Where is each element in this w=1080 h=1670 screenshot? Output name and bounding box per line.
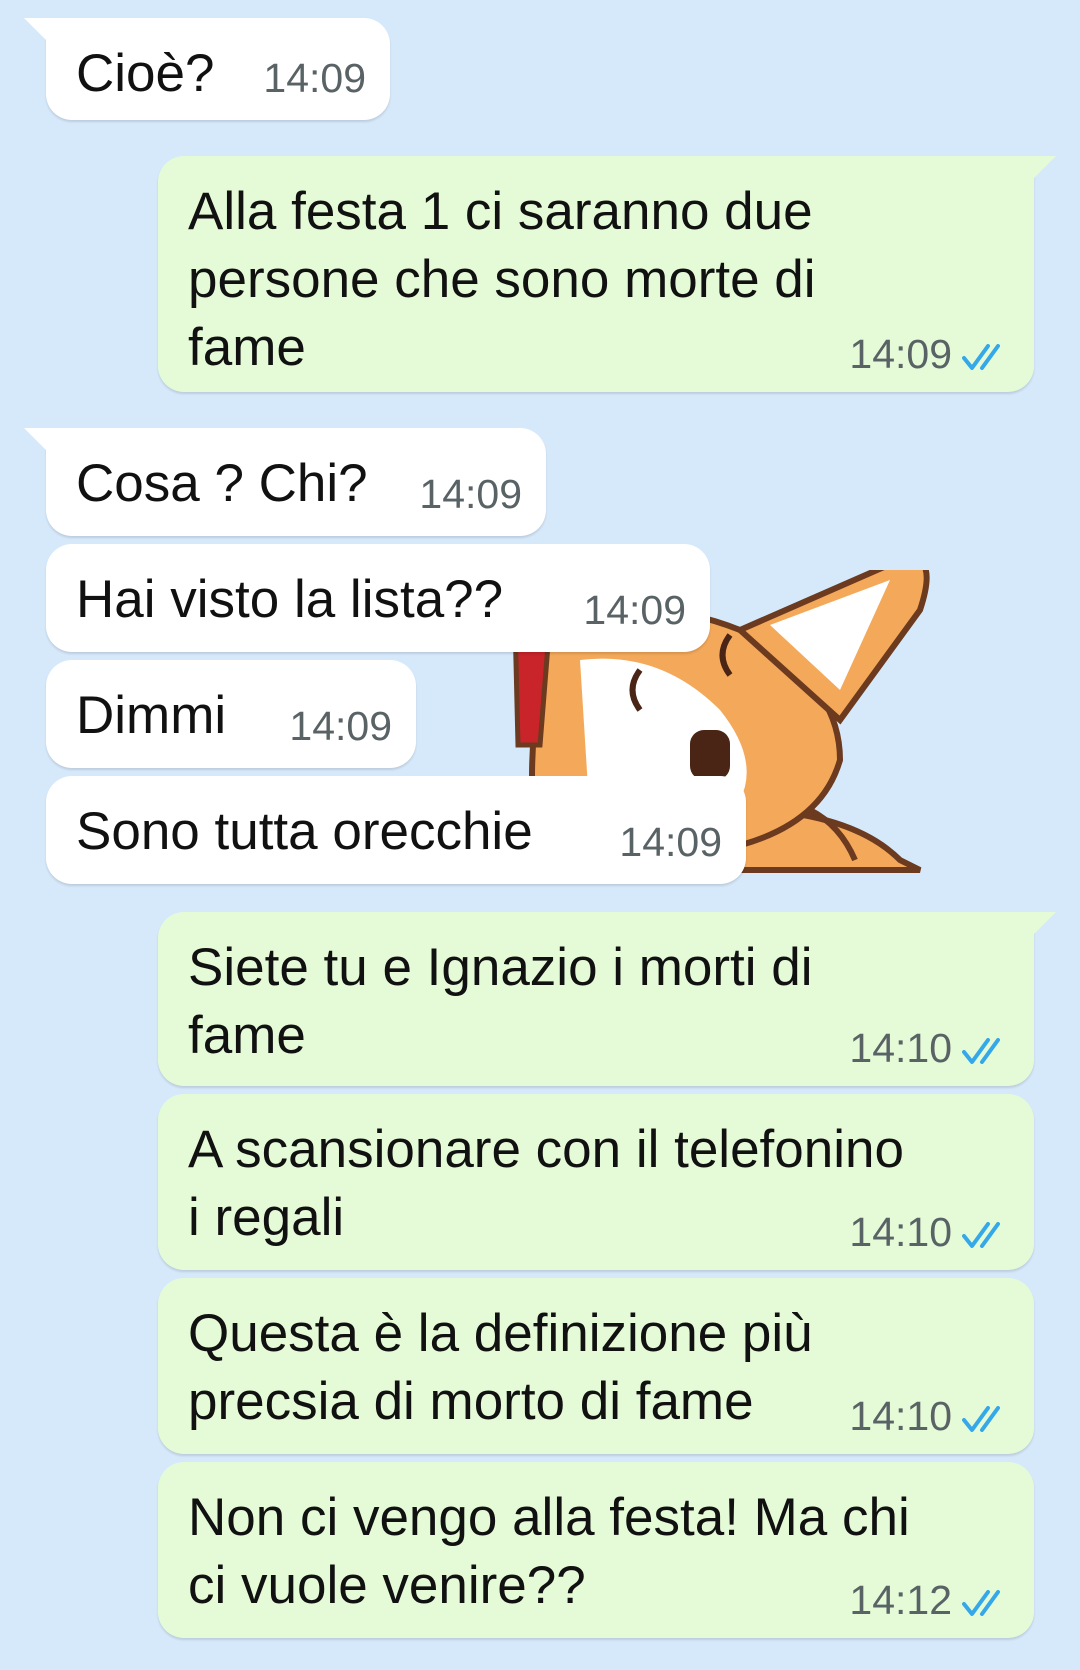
message-time: 14:09 [263, 55, 366, 101]
chat-area[interactable]: Cioè? 14:09 Alla festa 1 ci saranno due … [0, 0, 1080, 1670]
message-incoming[interactable]: Sono tutta orecchie 14:09 [46, 776, 746, 884]
message-text: Dimmi [76, 686, 227, 745]
message-incoming[interactable]: Dimmi 14:09 [46, 660, 416, 768]
message-text: Cosa ? Chi? [76, 454, 368, 513]
message-outgoing[interactable]: Non ci vengo alla festa! Ma chi ci vuole… [158, 1462, 1034, 1638]
message-time: 14:09 [849, 331, 952, 377]
read-double-check-icon [962, 1038, 1000, 1064]
read-double-check-icon [962, 1406, 1000, 1432]
message-time: 14:09 [419, 471, 522, 517]
message-text: Cioè? [76, 44, 215, 103]
message-text: Questa è la definizione più precsia di m… [188, 1304, 813, 1431]
message-outgoing[interactable]: A scansionare con il telefonino i regali… [158, 1094, 1034, 1270]
message-text: Hai visto la lista?? [76, 570, 504, 629]
message-text: Siete tu e Ignazio i morti di fame [188, 938, 813, 1065]
read-double-check-icon [962, 1590, 1000, 1616]
message-incoming[interactable]: Hai visto la lista?? 14:09 [46, 544, 710, 652]
message-text: Non ci vengo alla festa! Ma chi ci vuole… [188, 1488, 910, 1615]
message-incoming[interactable]: Cioè? 14:09 [24, 18, 390, 120]
message-time: 14:09 [583, 587, 686, 633]
message-time: 14:10 [849, 1209, 952, 1255]
message-time: 14:09 [289, 703, 392, 749]
read-double-check-icon [962, 1222, 1000, 1248]
message-outgoing[interactable]: Alla festa 1 ci saranno due persone che … [158, 156, 1056, 392]
message-incoming[interactable]: Cosa ? Chi? 14:09 [24, 428, 546, 536]
message-time: 14:09 [619, 819, 722, 865]
message-time: 14:10 [849, 1025, 952, 1071]
message-outgoing[interactable]: Siete tu e Ignazio i morti di fame 14:10 [158, 912, 1056, 1086]
read-double-check-icon [962, 344, 1000, 370]
message-time: 14:10 [849, 1393, 952, 1439]
message-text: Alla festa 1 ci saranno due persone che … [188, 182, 816, 377]
message-time: 14:12 [849, 1577, 952, 1623]
message-text: A scansionare con il telefonino i regali [188, 1120, 904, 1247]
message-text: Sono tutta orecchie [76, 802, 533, 861]
message-outgoing[interactable]: Questa è la definizione più precsia di m… [158, 1278, 1034, 1454]
